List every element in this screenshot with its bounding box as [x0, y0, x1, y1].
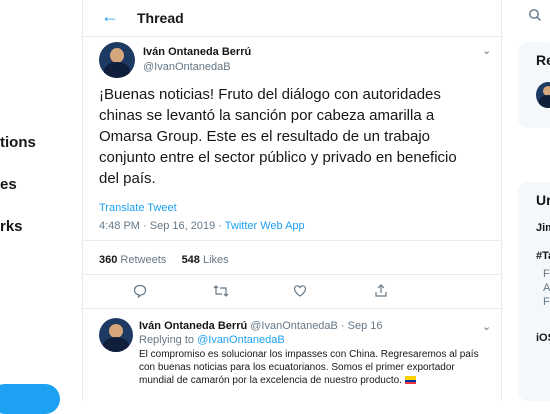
avatar[interactable]	[99, 42, 135, 78]
ecuador-flag-icon	[404, 376, 416, 385]
trend-item[interactable]: A	[543, 282, 550, 294]
like-count[interactable]: 548	[182, 254, 200, 266]
nav-item-bookmarks[interactable]: rks	[0, 218, 23, 235]
left-navigation: tions es rks	[0, 0, 82, 414]
reply-author: Iván Ontaneda Berrú @IvanOntanedaB · Sep…	[139, 320, 383, 332]
author-name[interactable]: Iván Ontaneda Berrú	[143, 46, 251, 58]
retweet-count[interactable]: 360	[99, 254, 117, 266]
divider	[83, 240, 501, 241]
share-icon[interactable]	[374, 284, 388, 301]
reply-author-handle-date[interactable]: @IvanOntanedaB · Sep 16	[250, 320, 382, 332]
chevron-down-icon[interactable]: ⌄	[482, 44, 491, 57]
reply-author-name[interactable]: Iván Ontaneda Berrú	[139, 320, 247, 332]
author-handle[interactable]: @IvanOntanedaB	[143, 61, 231, 73]
trends-header: Ur	[536, 192, 550, 208]
tweet-source-link[interactable]: Twitter Web App	[225, 220, 305, 232]
retweet-label[interactable]: Retweets	[120, 254, 166, 266]
right-rail: Re Ur Jim #Ta F A F iOS	[502, 0, 550, 401]
divider	[83, 308, 501, 309]
relevant-people-card: Re	[518, 42, 550, 128]
replying-to: Replying to @IvanOntanedaB	[139, 334, 285, 346]
relevant-avatar[interactable]	[536, 82, 550, 108]
search-icon[interactable]	[528, 8, 542, 26]
heart-icon[interactable]	[293, 284, 307, 301]
trend-item[interactable]: Jim	[536, 222, 550, 234]
trends-card: Ur Jim #Ta F A F iOS	[518, 182, 550, 401]
tweet-button[interactable]	[0, 384, 60, 414]
page-title: Thread	[137, 10, 184, 26]
replying-to-label: Replying to	[139, 334, 198, 346]
trend-item[interactable]: F	[543, 296, 550, 308]
tweet-timestamp[interactable]: 4:48 PM · Sep 16, 2019 ·	[99, 220, 225, 232]
thread-header: ← Thread	[83, 0, 501, 37]
reply-avatar[interactable]	[99, 318, 133, 352]
chevron-down-icon[interactable]: ⌄	[482, 320, 491, 333]
comment-icon[interactable]	[133, 284, 147, 301]
trend-item[interactable]: F	[543, 268, 550, 280]
trend-item[interactable]: #Ta	[536, 250, 550, 262]
tweet-stats: 360 Retweets 548 Likes	[99, 254, 229, 266]
nav-item-messages[interactable]: es	[0, 176, 17, 193]
divider	[83, 274, 501, 275]
thread-column: ← Thread Iván Ontaneda Berrú @IvanOntane…	[82, 0, 502, 401]
reply-text-content: El compromiso es solucionar los impasses…	[139, 349, 479, 386]
trend-item[interactable]: iOS	[536, 332, 550, 344]
tweet-actions	[83, 284, 501, 304]
replying-to-handle[interactable]: @IvanOntanedaB	[197, 334, 285, 346]
like-label[interactable]: Likes	[203, 254, 229, 266]
reply-text: El compromiso es solucionar los impasses…	[139, 348, 489, 387]
arrow-left-icon[interactable]: ←	[101, 6, 119, 27]
tweet-meta: 4:48 PM · Sep 16, 2019 · Twitter Web App	[99, 220, 305, 232]
retweet-icon[interactable]	[213, 284, 229, 301]
relevant-people-header: Re	[536, 52, 550, 68]
translate-tweet-link[interactable]: Translate Tweet	[99, 202, 177, 214]
nav-item-notifications[interactable]: tions	[0, 134, 36, 151]
tweet-text: ¡Buenas noticias! Fruto del diálogo con …	[99, 86, 457, 187]
